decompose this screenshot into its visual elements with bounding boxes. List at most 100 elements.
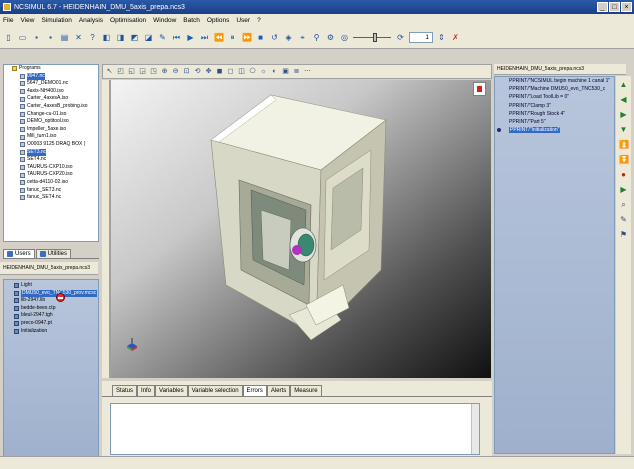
tab-utilities[interactable]: Utilities — [35, 249, 72, 258]
spin-arrows-icon[interactable]: ⇕ — [436, 32, 447, 43]
breakpoint-icon[interactable]: ● — [619, 170, 628, 179]
project-item[interactable]: bedde-beex.ctp — [4, 305, 98, 313]
view-options-icon[interactable]: ⋯ — [303, 67, 312, 76]
play-icon[interactable]: ▶ — [185, 32, 196, 43]
camera-icon[interactable]: ⎔ — [248, 67, 257, 76]
stop-icon[interactable] — [56, 293, 65, 302]
tree-file-item[interactable]: SET3.nc — [4, 148, 98, 157]
tab-users[interactable]: Users — [3, 249, 35, 258]
menu-simulation[interactable]: Simulation — [40, 17, 72, 24]
view-top-icon[interactable]: ◱ — [127, 67, 136, 76]
menu-file[interactable]: File — [2, 17, 14, 24]
tree-folder[interactable]: Programs — [4, 65, 98, 73]
edit-line-icon[interactable]: ✎ — [619, 215, 628, 224]
menu-options[interactable]: Options — [206, 17, 230, 24]
program-tree[interactable]: Programs 0947.nc 5647_DEMO01.nc 4axis-NH400… — [3, 64, 99, 242]
color-icon[interactable]: ◐ — [270, 67, 279, 76]
menu-optimisation[interactable]: Optimisation — [109, 17, 147, 24]
layers-icon[interactable]: ≣ — [292, 67, 301, 76]
tree-file-item[interactable]: fanuc_SET4.nc — [4, 194, 98, 202]
project-item[interactable]: bleul-2947.tgh — [4, 312, 98, 320]
bookmark-icon[interactable]: ⚑ — [619, 230, 628, 239]
end-icon[interactable]: ⏩ — [241, 32, 252, 43]
tree-file-item[interactable]: fanuc_SET3.nc — [4, 187, 98, 195]
menu-window[interactable]: Window — [152, 17, 177, 24]
rotate-icon[interactable]: ⟲ — [193, 67, 202, 76]
new-file-icon[interactable]: ▯ — [3, 32, 14, 43]
errors-scrollbar[interactable] — [471, 404, 479, 454]
view-front-icon[interactable]: ◰ — [116, 67, 125, 76]
view-cube-icon[interactable] — [473, 82, 486, 96]
run-to-icon[interactable]: ▶ — [619, 185, 628, 194]
speed-slider[interactable] — [353, 32, 391, 43]
nc-line[interactable]: PPRINT/"NCSIMUL begin machine 1 canal 1" — [495, 77, 614, 85]
minimize-button[interactable]: _ — [597, 2, 608, 12]
tool-wrench-icon[interactable]: ✗ — [450, 32, 461, 43]
menu-batch[interactable]: Batch — [182, 17, 201, 24]
print-icon[interactable]: ▤ — [59, 32, 70, 43]
tab-status[interactable]: Status — [112, 385, 138, 396]
tree-file-item[interactable]: TAURUS-CXP10.iso — [4, 164, 98, 172]
find-icon[interactable]: ⌕ — [619, 200, 628, 209]
errors-log[interactable] — [110, 403, 480, 455]
wireframe-icon[interactable]: ◻ — [226, 67, 235, 76]
tree-file-item[interactable]: 0947.nc — [4, 72, 98, 81]
pin-icon[interactable]: ⚲ — [311, 32, 322, 43]
light-icon[interactable]: ☼ — [259, 67, 268, 76]
last-line-icon[interactable]: ⏬ — [619, 155, 629, 164]
project-item[interactable]: DMU50_evo_TNC530_prov.mcsc — [4, 289, 98, 298]
select-icon[interactable]: ↖ — [105, 67, 114, 76]
pan-icon[interactable]: ✥ — [204, 67, 213, 76]
close-button[interactable]: × — [621, 2, 632, 12]
rewind-icon[interactable]: ⏮ — [171, 32, 182, 43]
first-line-icon[interactable]: ⏫ — [619, 140, 629, 149]
nc-line[interactable]: PPRINT/"Clamp 3" — [495, 102, 614, 110]
tree-file-item[interactable]: Carter_4axesA.iso — [4, 95, 98, 103]
tree-file-item[interactable]: 5647_DEMO01.nc — [4, 80, 98, 88]
measure-icon[interactable]: ⌖ — [297, 32, 308, 43]
tree-file-item[interactable]: Impeller_5axe.iso — [4, 126, 98, 134]
zoom-out-icon[interactable]: ⊖ — [171, 67, 180, 76]
arrow-left-icon[interactable]: ◀ — [619, 95, 628, 104]
nc-line[interactable]: PPRINT/"Part 5" — [495, 118, 614, 126]
tools-icon[interactable]: ◨ — [115, 32, 126, 43]
arrow-down-icon[interactable]: ▼ — [619, 125, 628, 134]
arrow-right-icon[interactable]: ▶ — [619, 110, 628, 119]
tree-file-item[interactable]: Mill_turn1.iso — [4, 133, 98, 141]
save-as-icon[interactable]: ▪ — [45, 32, 56, 43]
close-file-icon[interactable]: ✕ — [73, 32, 84, 43]
maximize-button[interactable]: □ — [609, 2, 620, 12]
nc-line[interactable]: PPRINT/"Rough Stock 4" — [495, 110, 614, 118]
machine-icon[interactable]: ◧ — [101, 32, 112, 43]
tab-variable-selection[interactable]: Variable selection — [187, 385, 243, 396]
3d-viewport[interactable] — [110, 80, 491, 378]
tab-variables[interactable]: Variables — [155, 385, 188, 396]
shaded-icon[interactable]: ◼ — [215, 67, 224, 76]
view-iso-icon[interactable]: ◳ — [149, 67, 158, 76]
nc-line[interactable]: PPRINT/"Machine DMU50_evo_TNC530_c — [495, 85, 614, 93]
section-icon[interactable]: ◫ — [237, 67, 246, 76]
step-icon[interactable]: ⏭ — [199, 32, 210, 43]
tree-file-item[interactable]: O0003 9125 DRAQ BOX ) — [4, 141, 98, 149]
project-item[interactable]: Initialization — [4, 328, 98, 336]
menu-help[interactable]: ? — [256, 17, 262, 24]
zoom-in-icon[interactable]: ⊕ — [160, 67, 169, 76]
speed-icon[interactable]: ◎ — [339, 32, 350, 43]
tab-info[interactable]: Info — [137, 385, 156, 396]
tree-file-item[interactable]: TAURUS-CXP20.iso — [4, 171, 98, 179]
part-icon[interactable]: ◩ — [129, 32, 140, 43]
tree-file-item[interactable]: Carter_4axesB_probing.iso — [4, 103, 98, 111]
edit-icon[interactable]: ✎ — [157, 32, 168, 43]
save-icon[interactable]: ▪ — [31, 32, 42, 43]
project-item[interactable]: lib-2947.lib — [4, 297, 98, 305]
tab-measure[interactable]: Measure — [290, 385, 322, 396]
view-side-icon[interactable]: ◲ — [138, 67, 147, 76]
project-item[interactable]: Light — [4, 282, 98, 290]
stop-sim-icon[interactable]: ■ — [255, 32, 266, 43]
tree-file-item[interactable]: Change-cu-01.iso — [4, 111, 98, 119]
arrow-up-icon[interactable]: ▲ — [619, 80, 628, 89]
zoom-fit-icon[interactable]: ⊡ — [182, 67, 191, 76]
menu-user[interactable]: User — [235, 17, 251, 24]
tree-file-item[interactable]: cetta-d4110-02.iso — [4, 179, 98, 187]
step-back-icon[interactable]: ⏪ — [213, 32, 224, 43]
